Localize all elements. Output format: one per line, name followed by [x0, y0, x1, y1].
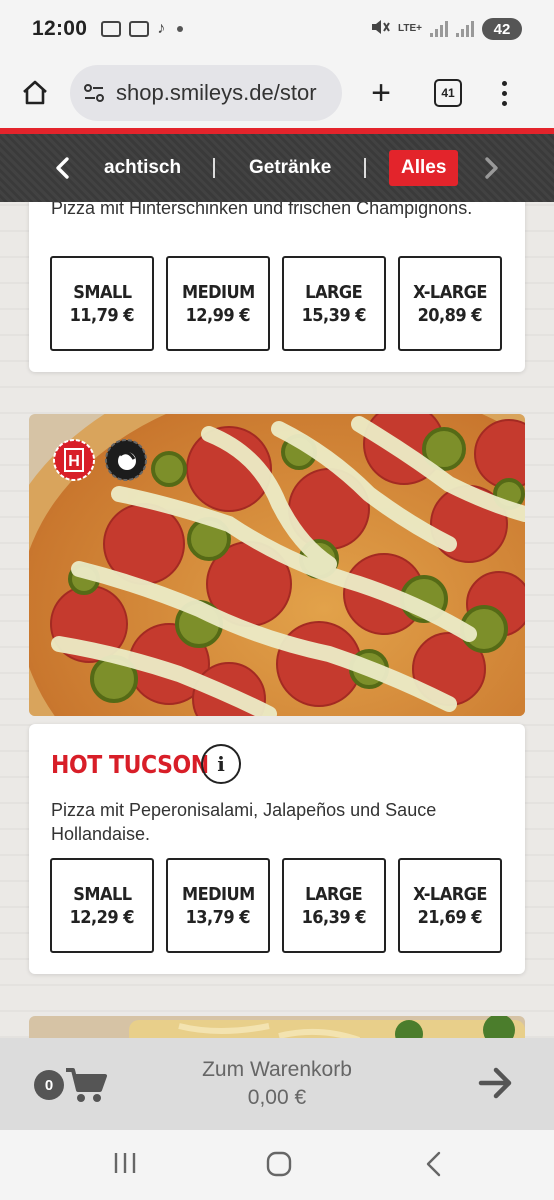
category-all[interactable]: Alles — [389, 150, 459, 186]
cart-label[interactable]: Zum Warenkorb — [0, 1058, 554, 1082]
mute-icon — [370, 18, 390, 41]
size-xlarge-button[interactable]: X-LARGE 21,69 € — [398, 858, 502, 953]
tab-switcher-button[interactable]: 41 — [434, 79, 462, 107]
url-text[interactable]: shop.smileys.de/stor — [116, 80, 317, 106]
browser-menu-button[interactable] — [502, 80, 507, 106]
size-label: X-LARGE — [413, 883, 487, 905]
status-bar: 12:00 ♪ LTE+ 42 — [0, 0, 554, 58]
more-notifications-dot — [177, 26, 184, 32]
category-nav: achtisch Getränke Alles — [0, 134, 554, 202]
size-price: 11,79 € — [69, 304, 135, 326]
size-options: SMALL 12,29 € MEDIUM 13,79 € LARGE 16,39 € … — [50, 858, 502, 953]
chevron-left-icon[interactable] — [52, 156, 74, 180]
product-card: HOT TUCSON i Pizza mit Peperonisalami, J… — [29, 724, 525, 974]
cart-count-badge: 0 — [34, 1070, 64, 1100]
recent-apps-icon[interactable] — [112, 1150, 138, 1176]
product-title[interactable]: HOT TUCSON — [51, 750, 209, 779]
system-nav-bar — [0, 1130, 554, 1200]
screenshot-icon — [101, 21, 122, 37]
size-price: 16,39 € — [301, 906, 367, 928]
cart-bar[interactable]: 0 Zum Warenkorb 0,00 € — [0, 1038, 554, 1130]
size-label: LARGE — [305, 883, 363, 905]
battery-level: 42 — [493, 20, 511, 38]
svg-text:H: H — [68, 453, 80, 470]
network-type: LTE+ — [398, 23, 422, 34]
cart-total: 0,00 € — [247, 1086, 307, 1109]
size-medium-button[interactable]: MEDIUM 12,99 € — [166, 256, 270, 351]
signal-icon — [430, 21, 448, 37]
size-price: 21,69 € — [417, 906, 483, 928]
category-dessert[interactable]: achtisch — [104, 134, 181, 202]
browser-toolbar: shop.smileys.de/stor + 41 — [0, 58, 554, 128]
arrow-right-icon[interactable] — [478, 1066, 514, 1100]
house-special-badge: H — [53, 439, 95, 486]
product-image[interactable] — [29, 1016, 525, 1038]
home-button[interactable] — [14, 72, 56, 114]
chili-badge — [105, 439, 147, 486]
size-label: SMALL — [72, 883, 132, 905]
signal-icon-2 — [456, 21, 474, 37]
category-drinks[interactable]: Getränke — [249, 134, 331, 202]
home-nav-icon[interactable] — [265, 1150, 293, 1178]
card-icon — [129, 21, 150, 37]
tiktok-icon: ♪ — [157, 20, 166, 37]
pizza-photo — [29, 414, 525, 716]
size-price: 12,99 € — [185, 304, 251, 326]
product-description: Pizza mit Hinterschinken und frischen Ch… — [51, 202, 473, 218]
new-tab-button[interactable]: + — [364, 76, 398, 110]
size-label: SMALL — [72, 281, 132, 303]
size-large-button[interactable]: LARGE 15,39 € — [282, 256, 386, 351]
category-separator — [213, 158, 215, 178]
size-price: 12,29 € — [69, 906, 135, 928]
address-bar[interactable]: shop.smileys.de/stor — [70, 65, 342, 121]
status-time: 12:00 — [32, 17, 88, 40]
size-small-button[interactable]: SMALL 11,79 € — [50, 256, 154, 351]
pasta-photo — [29, 1016, 525, 1038]
size-small-button[interactable]: SMALL 12,29 € — [50, 858, 154, 953]
size-label: X-LARGE — [413, 281, 487, 303]
size-label: MEDIUM — [181, 281, 255, 303]
size-medium-button[interactable]: MEDIUM 13,79 € — [166, 858, 270, 953]
chevron-right-icon[interactable] — [480, 156, 502, 180]
size-price: 13,79 € — [185, 906, 251, 928]
product-image[interactable]: H — [29, 414, 525, 716]
product-card: Pizza mit Hinterschinken und frischen Ch… — [29, 202, 525, 372]
product-list: Pizza mit Hinterschinken und frischen Ch… — [0, 202, 554, 1038]
site-settings-icon[interactable] — [82, 81, 106, 105]
back-icon[interactable] — [424, 1150, 444, 1178]
home-icon — [23, 80, 47, 105]
size-price: 15,39 € — [301, 304, 367, 326]
size-price: 20,89 € — [417, 304, 483, 326]
size-label: MEDIUM — [181, 883, 255, 905]
info-icon[interactable]: i — [201, 744, 241, 784]
product-description: Pizza mit Peperonisalami, Jalapeños und … — [51, 800, 437, 844]
notification-icons: ♪ — [101, 20, 184, 38]
category-separator — [364, 158, 366, 178]
size-xlarge-button[interactable]: X-LARGE 20,89 € — [398, 256, 502, 351]
size-large-button[interactable]: LARGE 16,39 € — [282, 858, 386, 953]
size-label: LARGE — [305, 281, 363, 303]
battery-indicator: 42 — [482, 18, 522, 40]
status-right: LTE+ 42 — [370, 18, 522, 41]
size-options: SMALL 11,79 € MEDIUM 12,99 € LARGE 15,39 € … — [50, 256, 502, 351]
